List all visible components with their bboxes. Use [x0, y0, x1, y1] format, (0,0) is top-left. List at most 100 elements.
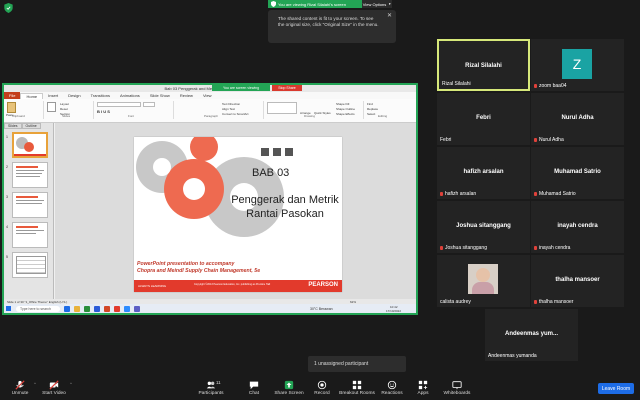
- ppt-tab-slideshow[interactable]: Slide Show: [145, 93, 175, 98]
- muted-mic-icon: [440, 192, 443, 196]
- slide-footer: ALWAYS LEARNING Copyright ©2013 Pearson …: [134, 280, 342, 292]
- slide-thumbnail-2[interactable]: [12, 162, 48, 188]
- participants-button[interactable]: Participants: [191, 380, 231, 400]
- taskbar-weather: 30°C Berawan: [310, 306, 333, 311]
- shape-effects-label[interactable]: Shape Effects: [336, 112, 355, 116]
- chat-icon: [249, 381, 259, 390]
- windows-start-icon[interactable]: [6, 306, 11, 311]
- ppt-tab-design[interactable]: Design: [63, 93, 85, 98]
- leave-label: Leave Room: [601, 385, 631, 392]
- leave-room-button[interactable]: Leave Room: [598, 383, 634, 394]
- shape-fill-label[interactable]: Shape Fill: [336, 102, 349, 106]
- participant-photo: [468, 264, 498, 294]
- file-explorer-icon[interactable]: [74, 305, 80, 312]
- thumb-number: 4: [6, 225, 8, 229]
- replace-label[interactable]: Replace: [367, 107, 378, 111]
- participant-count: 11: [216, 380, 221, 385]
- taskbar-search-input[interactable]: Type here to search: [16, 305, 60, 312]
- excel-icon[interactable]: [84, 305, 90, 312]
- thumb-number: 5: [6, 255, 8, 259]
- whiteboards-button[interactable]: Whiteboards: [437, 380, 477, 400]
- align-text-label[interactable]: Align Text: [222, 107, 235, 111]
- slide-thumbnail-3[interactable]: [12, 192, 48, 218]
- participant-label-text: inayah cendra: [539, 245, 571, 251]
- text-direction-label[interactable]: Text Direction: [222, 102, 240, 106]
- participant-tile-calista[interactable]: calista audrey: [437, 255, 530, 307]
- participant-label-text: calista audrey: [440, 299, 471, 305]
- participant-tile-nurul[interactable]: Nurul Adha Nurul Adha: [531, 93, 624, 145]
- thumb-number: 3: [6, 195, 8, 199]
- ppt-tab-review[interactable]: Review: [175, 93, 198, 98]
- participant-name: Andeenmas yum...: [504, 331, 558, 337]
- layout-label[interactable]: Layout: [60, 102, 69, 106]
- ppt-stop-share-button[interactable]: Stop Share: [272, 85, 302, 91]
- ppt-tab-file[interactable]: File: [4, 92, 21, 99]
- ppt-zoom-level[interactable]: 62%: [350, 300, 356, 304]
- unassigned-participant-notice[interactable]: 1 unassigned participant: [308, 356, 406, 372]
- security-shield-icon[interactable]: [4, 3, 13, 13]
- record-label: Record: [314, 391, 330, 396]
- ppt-tab-view[interactable]: View: [198, 93, 217, 98]
- participant-tile-zoom-baa04[interactable]: Z zoom baa04: [531, 39, 624, 91]
- teams-icon[interactable]: [134, 305, 140, 312]
- participant-label: Joshua sitanggang: [440, 245, 487, 251]
- participant-label-text: thalha mansoer: [539, 299, 574, 305]
- participant-tile-hafizh[interactable]: hafizh arsalan hafizh arsalan: [437, 147, 530, 199]
- slide-subtitle: Penggerak dan Metrik Rantai Pasokan: [231, 194, 339, 220]
- participant-tile-joshua[interactable]: Joshua sitanggang Joshua sitanggang: [437, 201, 530, 253]
- participant-tile-febri[interactable]: Febri Febri: [437, 93, 530, 145]
- taskbar-search-text: Type here to search: [20, 306, 51, 311]
- participant-tile-rizal[interactable]: Rizal Silalahi Rizal Silalahi: [437, 39, 530, 91]
- participant-name: Joshua sitanggang: [456, 223, 511, 229]
- participant-label-text: Rizal Silalahi: [442, 81, 471, 87]
- participant-name: Rizal Silalahi: [465, 63, 502, 69]
- ppt-tab-transitions[interactable]: Transitions: [86, 93, 115, 98]
- ppt-tab-home[interactable]: Home: [20, 92, 44, 99]
- chevron-up-icon[interactable]: ^: [70, 381, 72, 386]
- slide-thumbnail-4[interactable]: [12, 222, 48, 248]
- participant-tile-satrio[interactable]: Muhamad Satrio Muhamad Satrio: [531, 147, 624, 199]
- record-icon: [317, 380, 327, 390]
- meeting-toolbar: Unmute ^ Start Video ^ Participants 11 C…: [0, 378, 640, 400]
- bold-italic-underline-icons[interactable]: B I U S: [97, 109, 110, 114]
- chat-button[interactable]: Chat: [234, 380, 274, 400]
- participant-tile-inayah[interactable]: inayah cendra inayah cendra: [531, 201, 624, 253]
- quick-styles-label[interactable]: Quick Styles: [314, 111, 331, 115]
- slide-thumbnail-1[interactable]: [12, 132, 48, 158]
- ppt-stop-text: Stop Share: [278, 86, 296, 90]
- word-icon[interactable]: [94, 305, 100, 312]
- panel-tab-slides[interactable]: Slides: [4, 123, 22, 129]
- new-slide-icon[interactable]: [47, 102, 56, 112]
- view-options-button[interactable]: View Options ▼: [362, 0, 392, 8]
- paste-icon[interactable]: [7, 102, 16, 113]
- powerpoint-icon[interactable]: [104, 305, 110, 312]
- font-size-input[interactable]: [143, 102, 155, 107]
- record-button[interactable]: Record: [302, 380, 342, 400]
- find-label[interactable]: Find: [367, 102, 373, 106]
- shapes-gallery[interactable]: [267, 102, 297, 114]
- close-icon[interactable]: ✕: [387, 13, 392, 19]
- panel-tab-outline[interactable]: Outline: [21, 123, 41, 129]
- ppt-tab-insert[interactable]: Insert: [43, 93, 63, 98]
- shape-outline-label[interactable]: Shape Outline: [336, 107, 355, 111]
- participant-tile-andeenmas[interactable]: Andeenmas yum... Andeenmas yumanda: [485, 309, 578, 361]
- ppt-viewing-badge: You are screen viewing: [212, 85, 270, 91]
- reset-label[interactable]: Reset: [60, 107, 68, 111]
- edge-icon[interactable]: [64, 305, 70, 312]
- smiley-icon: [387, 380, 397, 390]
- whiteboard-icon: [452, 381, 462, 390]
- select-label[interactable]: Select: [367, 112, 375, 116]
- chrome-icon[interactable]: [114, 305, 120, 312]
- ppt-tab-animations[interactable]: Animations: [115, 93, 145, 98]
- start-video-button[interactable]: Start Video: [34, 380, 74, 400]
- convert-smartart-label[interactable]: Convert to SmartArt: [222, 112, 249, 116]
- participant-label-text: Nurul Adha: [539, 137, 564, 143]
- font-name-input[interactable]: [97, 102, 141, 107]
- breakout-rooms-button[interactable]: Breakout Rooms: [337, 380, 377, 400]
- slide-thumbnail-5[interactable]: [12, 252, 48, 278]
- participant-tile-thalha[interactable]: thalha mansoer thalha mansoer: [531, 255, 624, 307]
- zoom-app-icon[interactable]: [124, 305, 130, 312]
- participant-name: inayah cendra: [557, 223, 598, 229]
- participant-label: Nurul Adha: [534, 137, 564, 143]
- slide-title: BAB 03: [252, 167, 290, 179]
